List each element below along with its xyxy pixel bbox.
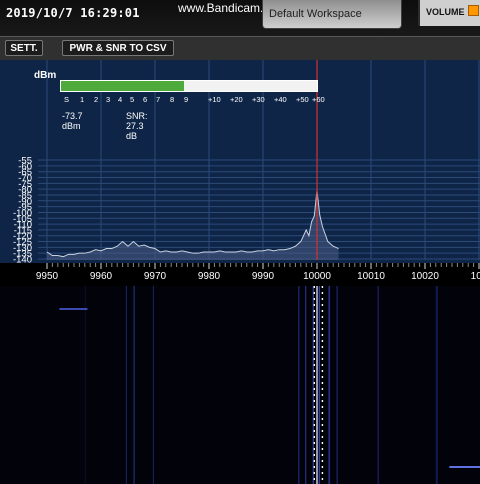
volume-indicator-icon[interactable] — [468, 5, 479, 16]
signal-meter-bar — [60, 80, 318, 92]
x-tick-label: 100 — [471, 271, 480, 282]
settings-button[interactable]: SETT. — [5, 40, 43, 56]
x-axis-band — [0, 263, 480, 286]
x-tick-label: 10000 — [303, 271, 331, 282]
waterfall-streak — [377, 286, 379, 484]
signal-meter-scale-label: 1 — [80, 95, 85, 104]
signal-meter-scale-label: 8 — [170, 95, 175, 104]
volume-control[interactable]: VOLUME — [418, 0, 480, 26]
x-tick-label: 10010 — [357, 271, 385, 282]
spectrum-trace — [46, 190, 339, 258]
waterfall-streak — [435, 286, 438, 484]
x-tick-label: 10020 — [411, 271, 439, 282]
signal-meter-scale-label: 3 — [106, 95, 111, 104]
waterfall-streak — [84, 286, 86, 484]
waterfall-streak — [133, 286, 135, 484]
signal-meter-scale-label: 6 — [143, 95, 148, 104]
spectrum-chart[interactable]: -55-60-65-70-75-80-85-90-95-100-105-110-… — [0, 60, 480, 286]
power-readout: -73.7 dBm — [62, 111, 83, 131]
waterfall-streak — [328, 286, 331, 484]
signal-meter-fill — [61, 81, 184, 91]
signal-meter-scale-label: S — [64, 95, 70, 104]
signal-meter-scale-label: 7 — [156, 95, 161, 104]
timestamp: 2019/10/7 16:29:01 — [6, 6, 140, 20]
signal-meter-scale-label: +30 — [252, 95, 265, 104]
signal-meter-scale-label: 2 — [94, 95, 99, 104]
waterfall-streak — [125, 286, 128, 484]
signal-meter-scale-label: 4 — [118, 95, 123, 104]
signal-meter-scale-label: +40 — [274, 95, 287, 104]
waterfall-streak — [449, 466, 480, 468]
x-tick-label: 9990 — [252, 271, 275, 282]
signal-meter-scale-label: +60 — [312, 95, 325, 104]
signal-meter-scale-label: +20 — [230, 95, 243, 104]
export-csv-button[interactable]: PWR & SNR TO CSV — [62, 40, 174, 56]
signal-meter-scale-label: 5 — [130, 95, 135, 104]
x-tick-label: 9970 — [144, 271, 167, 282]
signal-meter-scale-label: +10 — [208, 95, 221, 104]
waterfall-streak — [152, 286, 155, 484]
y-tick-label: -140 — [13, 255, 32, 266]
workspace-selector[interactable]: Default Workspace — [262, 0, 402, 29]
waterfall-streak — [318, 286, 321, 484]
x-tick-label: 9950 — [36, 271, 59, 282]
waterfall-display[interactable] — [0, 286, 480, 484]
snr-readout: SNR: 27.3 dB — [126, 111, 148, 141]
waterfall-streak — [305, 286, 307, 484]
waterfall-streak — [336, 286, 338, 484]
waterfall-streak — [59, 308, 88, 310]
toolbar: SETT. PWR & SNR TO CSV — [0, 36, 480, 61]
x-tick-label: 9960 — [90, 271, 113, 282]
signal-meter-scale-label: +50 — [296, 95, 309, 104]
workspace-label: Default Workspace — [269, 8, 362, 20]
waterfall-streak — [298, 286, 300, 484]
volume-label: VOLUME — [426, 7, 465, 17]
y-axis-unit: dBm — [34, 70, 57, 81]
title-bar: 2019/10/7 16:29:01 www.Bandicam.com Defa… — [0, 0, 480, 36]
signal-meter-scale-label: 9 — [184, 95, 189, 104]
spectrum-display[interactable]: -55 -60 -65 -70 -75 -80 -85 -90 -95 -100 -105 -110-… — [0, 60, 480, 286]
waterfall-canvas[interactable] — [0, 286, 480, 484]
x-tick-label: 9980 — [198, 271, 221, 282]
